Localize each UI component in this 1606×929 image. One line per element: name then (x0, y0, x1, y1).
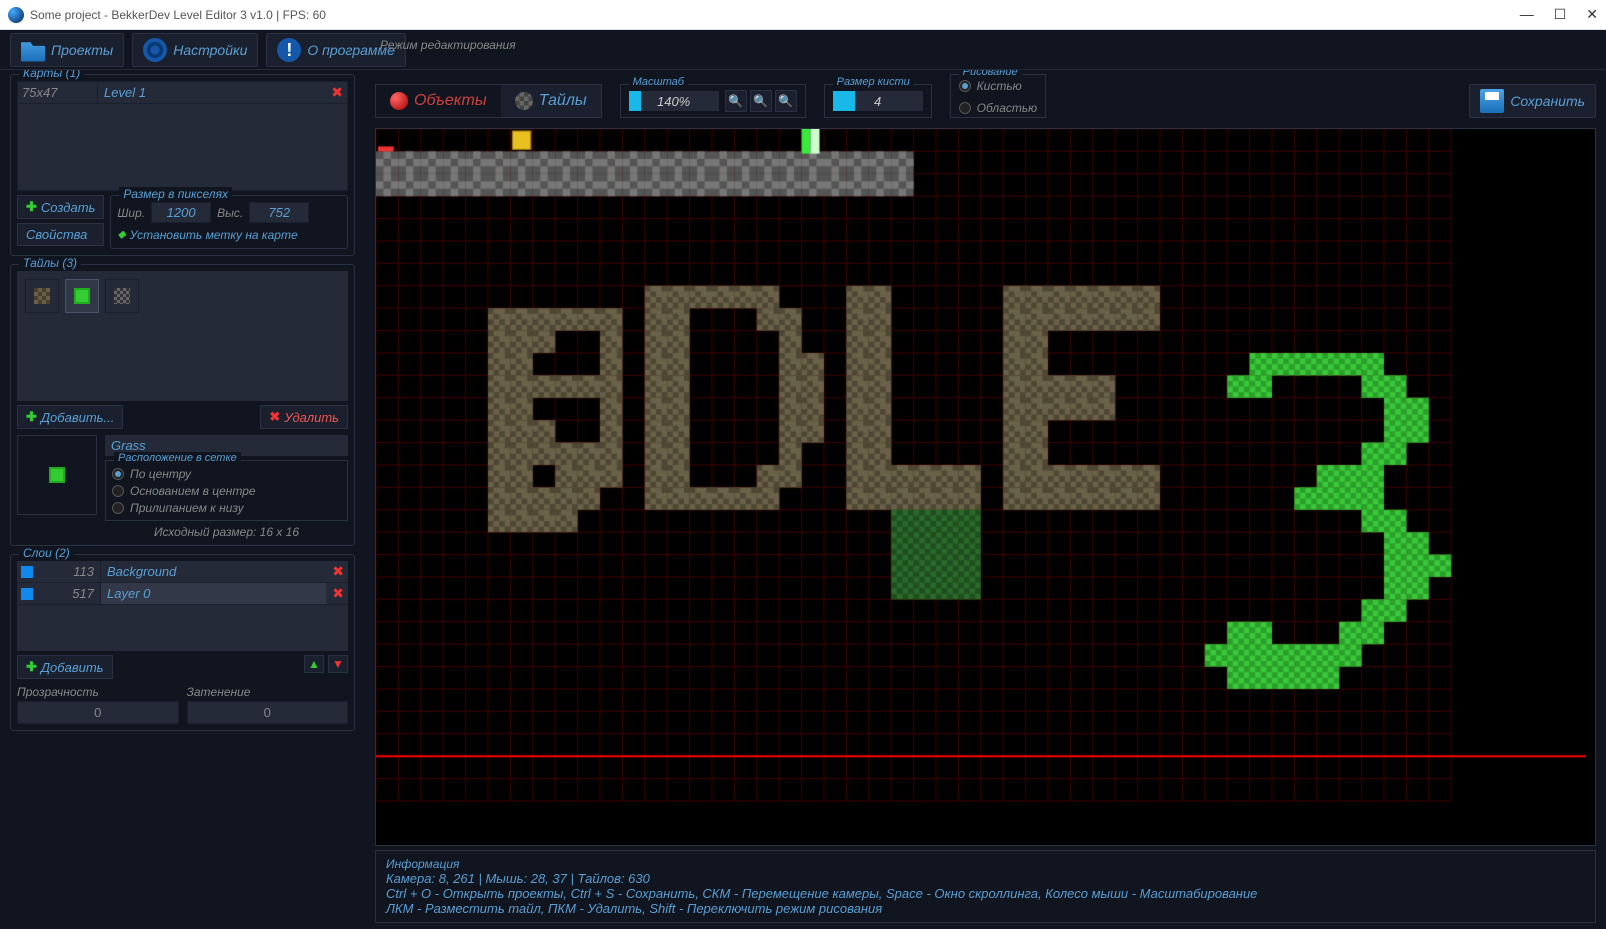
add-layer-button[interactable]: ✚Добавить (17, 655, 113, 679)
brush-slider[interactable]: 4 (833, 91, 923, 111)
mode-selector: Объекты Тайлы (375, 84, 602, 118)
shading-slider[interactable]: Затенение 0 (187, 685, 349, 724)
map-name: Level 1 (97, 82, 331, 103)
layer-count: 517 (39, 586, 94, 601)
delete-tile-button[interactable]: ✖Удалить (260, 405, 348, 429)
layer-row[interactable]: 517 Layer 0 ✖ (17, 583, 348, 605)
set-marker-button[interactable]: ⬥Установить метку на карте (117, 227, 341, 242)
settings-label: Настройки (173, 42, 247, 58)
info-line: ЛКМ - Разместить тайл, ПКМ - Удалить, Sh… (386, 901, 1585, 916)
menubar: Проекты Настройки ! О программе (0, 30, 1606, 70)
mode-tiles[interactable]: Тайлы (501, 85, 601, 117)
maps-list[interactable]: 75x47 Level 1 ✖ (17, 81, 348, 191)
layer-count: 113 (39, 564, 94, 579)
level-canvas[interactable] (375, 128, 1596, 846)
draw-brush[interactable]: Кистью (959, 79, 1022, 93)
folder-icon (21, 38, 45, 62)
layer-visible-icon[interactable] (21, 566, 33, 578)
add-tile-button[interactable]: ✚Добавить... (17, 405, 123, 429)
projects-button[interactable]: Проекты (10, 33, 124, 67)
layer-name: Layer 0 (100, 583, 326, 604)
window-titlebar: Some project - BekkerDev Level Editor 3 … (0, 0, 1606, 30)
maximize-button[interactable]: ☐ (1554, 6, 1567, 23)
zoom-group: Масштаб 140% 🔍 🔍 🔍 (620, 84, 806, 118)
pixsize-panel: Размер в пикселях Шир. 1200 Выс. 752 ⬥Ус… (110, 195, 348, 249)
layers-panel: Слои (2) 113 Background ✖ 517 Layer 0 ✖ (10, 554, 355, 731)
layer-row[interactable]: 113 Background ✖ (17, 561, 348, 583)
layers-list: 113 Background ✖ 517 Layer 0 ✖ (17, 561, 348, 651)
zoom-reset-button[interactable]: 🔍 (750, 90, 772, 112)
info-legend: Информация (386, 857, 1585, 871)
projects-label: Проекты (51, 42, 113, 58)
layer-visible-icon[interactable] (21, 588, 33, 600)
maps-panel: Карты (1) 75x47 Level 1 ✖ ✚Создать Свойс… (10, 74, 355, 256)
layer-name: Background (100, 561, 326, 582)
height-value[interactable]: 752 (249, 202, 309, 223)
width-label: Шир. (117, 206, 145, 220)
info-panel: Информация Камера: 8, 261 | Мышь: 28, 37… (375, 850, 1596, 923)
window-title: Some project - BekkerDev Level Editor 3 … (30, 8, 1520, 22)
tiles-grid (17, 271, 348, 401)
tiles-panel: Тайлы (3) ✚Добавить... ✖Удалить Grass Ра… (10, 264, 355, 546)
save-icon (1480, 89, 1504, 113)
height-label: Выс. (217, 206, 243, 220)
maps-legend: Карты (1) (19, 70, 84, 80)
map-row[interactable]: 75x47 Level 1 ✖ (18, 82, 347, 104)
zoom-in-button[interactable]: 🔍 (775, 90, 797, 112)
placement-bottom[interactable]: Прилипанием к низу (112, 501, 341, 515)
pixsize-legend: Размер в пикселях (119, 187, 232, 201)
info-icon: ! (277, 38, 301, 62)
layer-up-button[interactable]: ▲ (304, 655, 324, 673)
mode-objects[interactable]: Объекты (376, 85, 501, 117)
brush-group: Размер кисти 4 (824, 84, 932, 118)
map-props-button[interactable]: Свойства (17, 223, 104, 246)
info-line: Ctrl + O - Открыть проекты, Ctrl + S - С… (386, 886, 1585, 901)
zoom-slider[interactable]: 140% (629, 91, 719, 111)
width-value[interactable]: 1200 (151, 202, 211, 223)
source-size: Исходный размер: 16 x 16 (105, 525, 348, 539)
minimize-button[interactable]: — (1520, 6, 1534, 23)
layer-down-button[interactable]: ▼ (328, 655, 348, 673)
map-size: 75x47 (22, 85, 97, 100)
create-map-button[interactable]: ✚Создать (17, 195, 104, 219)
placement-base[interactable]: Основанием в центре (112, 484, 341, 498)
tile-preview (17, 435, 97, 515)
save-button[interactable]: Сохранить (1469, 84, 1596, 118)
drawmode-group: Рисование Кистью Областью (950, 74, 1047, 118)
sidebar: Карты (1) 75x47 Level 1 ✖ ✚Создать Свойс… (0, 70, 365, 929)
tile-chip-special[interactable] (105, 279, 139, 313)
placement-panel: Расположение в сетке По центру Основание… (105, 460, 348, 521)
mode-label: Режим редактирования (380, 38, 516, 52)
layer-delete-icon[interactable]: ✖ (332, 563, 344, 580)
app-icon (8, 7, 24, 23)
map-delete-icon[interactable]: ✖ (331, 84, 343, 101)
placement-center[interactable]: По центру (112, 467, 341, 481)
close-button[interactable]: ✕ (1586, 6, 1598, 23)
info-line: Камера: 8, 261 | Мышь: 28, 37 | Тайлов: … (386, 871, 1585, 886)
opacity-slider[interactable]: Прозрачность 0 (17, 685, 179, 724)
draw-area[interactable]: Областью (959, 101, 1038, 115)
tile-chip-grass[interactable] (65, 279, 99, 313)
gear-icon (143, 38, 167, 62)
settings-button[interactable]: Настройки (132, 33, 258, 67)
tile-chip-dirt[interactable] (25, 279, 59, 313)
toolbar: Объекты Тайлы Масштаб 140% 🔍 🔍 🔍 Размер … (365, 70, 1606, 122)
zoom-out-button[interactable]: 🔍 (725, 90, 747, 112)
tiles-legend: Тайлы (3) (19, 256, 81, 270)
placement-legend: Расположение в сетке (114, 452, 241, 464)
layers-legend: Слои (2) (19, 546, 74, 560)
layer-delete-icon[interactable]: ✖ (332, 585, 344, 602)
